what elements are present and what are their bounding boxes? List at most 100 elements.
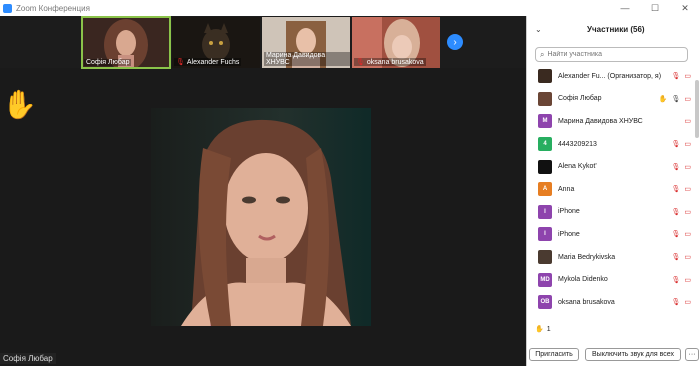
participant-row[interactable]: Alexander Fu... (Организатор, я) 🎙 ▭ bbox=[527, 65, 697, 88]
avatar: 4 bbox=[538, 137, 552, 152]
next-page-button[interactable]: › bbox=[447, 34, 463, 50]
mic-muted-icon[interactable]: 🎙 bbox=[671, 230, 680, 238]
chevron-down-icon[interactable]: ⌄ bbox=[535, 25, 542, 34]
avatar: A bbox=[538, 182, 552, 197]
participant-name: iPhone bbox=[558, 230, 580, 238]
video-thumbnail[interactable]: 🎙 Alexander Fuchs bbox=[172, 17, 260, 68]
invite-button[interactable]: Пригласить bbox=[529, 348, 579, 361]
scrollbar[interactable] bbox=[695, 66, 699, 326]
participant-status: 🎙 ▭ bbox=[671, 72, 691, 80]
participant-row[interactable]: Alena Kykot' 🎙 ▭ bbox=[527, 155, 697, 178]
camera-off-icon[interactable]: ▭ bbox=[684, 72, 691, 80]
speaker-video-frame bbox=[151, 108, 371, 326]
mic-muted-icon[interactable]: 🎙 bbox=[671, 72, 680, 80]
avatar bbox=[538, 159, 552, 174]
participant-name: oksana brusakova bbox=[558, 298, 615, 306]
participant-status: 🎙 ▭ bbox=[671, 298, 691, 306]
camera-off-icon[interactable]: ▭ bbox=[684, 95, 691, 103]
zoom-window: Zoom Конференция — ☐ ✕ Софія Любар 🎙 Ale… bbox=[0, 0, 700, 366]
participant-name: Alena Kykot' bbox=[558, 163, 597, 171]
thumbnail-label: Софія Любар bbox=[84, 59, 132, 66]
avatar: I bbox=[538, 204, 552, 219]
mic-muted-icon[interactable]: 🎙 bbox=[671, 163, 680, 171]
more-button[interactable]: ··· bbox=[685, 348, 699, 361]
participants-panel: ⌄ Участники (56) ⌕ Alexander Fu... (Орга… bbox=[526, 16, 700, 366]
camera-off-icon[interactable]: ▭ bbox=[684, 208, 691, 216]
close-button[interactable]: ✕ bbox=[670, 0, 700, 16]
participant-name: iPhone bbox=[558, 208, 580, 216]
window-controls: — ☐ ✕ bbox=[610, 0, 700, 16]
camera-off-icon[interactable]: ▭ bbox=[684, 163, 691, 171]
mic-on-icon[interactable]: 🎙 bbox=[671, 95, 680, 103]
participant-status: 🎙 ▭ bbox=[671, 253, 691, 261]
thumbnail-label: Марина Давидова ХНУВС bbox=[264, 52, 350, 66]
avatar: M bbox=[538, 114, 552, 129]
mic-muted-icon[interactable]: 🎙 bbox=[671, 276, 680, 284]
participant-row[interactable]: OB oksana brusakova 🎙 ▭ bbox=[527, 291, 697, 314]
mic-muted-icon[interactable]: 🎙 bbox=[671, 253, 680, 261]
participant-name: 4443209213 bbox=[558, 140, 597, 148]
video-thumbnail-strip: Софія Любар 🎙 Alexander Fuchs Марина Дав… bbox=[0, 16, 526, 69]
participant-row[interactable]: MD Mykola Didenko 🎙 ▭ bbox=[527, 268, 697, 291]
video-thumbnail[interactable]: Марина Давидова ХНУВС bbox=[262, 17, 350, 68]
participant-status: ✋ 🎙 ▭ bbox=[659, 95, 691, 103]
video-thumbnail[interactable]: 🎙 oksana brusakova bbox=[352, 17, 440, 68]
search-input[interactable] bbox=[547, 51, 678, 58]
participant-row[interactable]: M Марина Давидова ХНУВС ▭ bbox=[527, 110, 697, 133]
mic-muted-icon: 🎙 bbox=[176, 59, 185, 66]
camera-off-icon[interactable]: ▭ bbox=[684, 185, 691, 193]
minimize-button[interactable]: — bbox=[610, 0, 640, 16]
participant-row[interactable]: IiPhone 🎙 ▭ bbox=[527, 223, 697, 246]
avatar bbox=[538, 69, 552, 84]
zoom-logo-icon bbox=[3, 3, 12, 13]
video-thumbnail[interactable]: Софія Любар bbox=[81, 16, 171, 69]
camera-off-icon[interactable]: ▭ bbox=[684, 253, 691, 261]
title-bar: Zoom Конференция — ☐ ✕ bbox=[0, 0, 700, 16]
participant-row[interactable]: A Anna 🎙 ▭ bbox=[527, 178, 697, 201]
camera-off-icon[interactable]: ▭ bbox=[684, 230, 691, 238]
mute-all-button[interactable]: Выключить звук для всех bbox=[585, 348, 681, 361]
participant-search[interactable]: ⌕ bbox=[535, 47, 688, 62]
search-icon: ⌕ bbox=[540, 49, 545, 59]
avatar: OB bbox=[538, 295, 552, 310]
window-title: Zoom Конференция bbox=[16, 3, 90, 13]
participant-name: Mykola Didenko bbox=[558, 276, 608, 284]
raised-hand-icon: ✋ bbox=[2, 89, 37, 120]
avatar: I bbox=[538, 227, 552, 242]
raised-hands-summary: ✋ 1 bbox=[535, 325, 551, 334]
participant-name: Maria Bedrykivska bbox=[558, 253, 616, 261]
participant-row[interactable]: IiPhone 🎙 ▭ bbox=[527, 201, 697, 224]
panel-header: ⌄ Участники (56) bbox=[527, 16, 700, 42]
participant-row[interactable]: Maria Bedrykivska 🎙 ▭ bbox=[527, 246, 697, 269]
participant-status: 🎙 ▭ bbox=[671, 230, 691, 238]
participant-status: 🎙 ▭ bbox=[671, 140, 691, 148]
camera-off-icon[interactable]: ▭ bbox=[684, 298, 691, 306]
raised-hand-icon: ✋ bbox=[535, 326, 544, 333]
thumbnail-label: 🎙 oksana brusakova bbox=[354, 58, 426, 66]
participant-name: Anna bbox=[558, 185, 575, 193]
mic-muted-icon[interactable]: 🎙 bbox=[671, 185, 680, 193]
active-speaker-video bbox=[151, 108, 371, 326]
camera-off-icon[interactable]: ▭ bbox=[684, 276, 691, 284]
panel-title: Участники (56) bbox=[587, 25, 645, 34]
mic-muted-icon[interactable]: 🎙 bbox=[671, 208, 680, 216]
mic-muted-icon: 🎙 bbox=[356, 59, 365, 66]
participant-status: ▭ bbox=[680, 117, 691, 125]
participant-list: Alexander Fu... (Организатор, я) 🎙 ▭ Софія … bbox=[527, 65, 697, 328]
participant-status: 🎙 ▭ bbox=[671, 163, 691, 171]
video-area: Софія Любар 🎙 Alexander Fuchs Марина Дав… bbox=[0, 16, 526, 366]
participant-status: 🎙 ▭ bbox=[671, 208, 691, 216]
camera-off-icon[interactable]: ▭ bbox=[684, 117, 691, 125]
mic-muted-icon[interactable]: 🎙 bbox=[671, 298, 680, 306]
maximize-button[interactable]: ☐ bbox=[640, 0, 670, 16]
raised-hand-icon: ✋ bbox=[658, 95, 668, 103]
participant-row[interactable]: Софія Любар ✋ 🎙 ▭ bbox=[527, 88, 697, 111]
participant-name: Софія Любар bbox=[558, 95, 602, 103]
avatar: MD bbox=[538, 272, 552, 287]
participant-status: 🎙 ▭ bbox=[671, 185, 691, 193]
participant-row[interactable]: 4 4443209213 🎙 ▭ bbox=[527, 133, 697, 156]
scrollbar-thumb[interactable] bbox=[695, 80, 699, 138]
camera-off-icon[interactable]: ▭ bbox=[684, 140, 691, 148]
participant-status: 🎙 ▭ bbox=[671, 276, 691, 284]
mic-muted-icon[interactable]: 🎙 bbox=[671, 140, 680, 148]
